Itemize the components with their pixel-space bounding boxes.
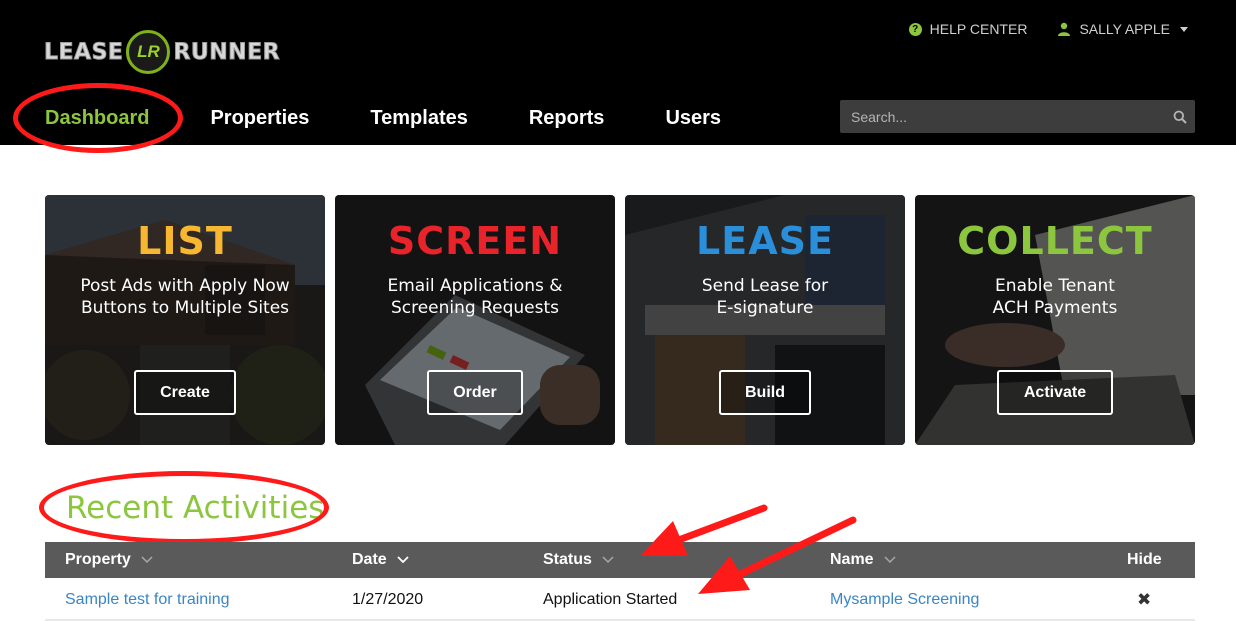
question-circle-icon: ? xyxy=(908,22,922,36)
list-card-description: Post Ads with Apply Now Buttons to Multi… xyxy=(55,275,315,319)
user-icon xyxy=(1057,22,1071,36)
screen-card: SCREEN Email Applications & Screening Re… xyxy=(335,195,615,445)
user-menu[interactable]: SALLY APPLE xyxy=(1057,21,1188,37)
search-icon[interactable] xyxy=(1165,110,1195,124)
activate-button[interactable]: Activate xyxy=(997,370,1113,415)
cell-property-link[interactable]: Sample test for training xyxy=(65,580,230,620)
column-date[interactable]: Date xyxy=(352,542,409,578)
activities-table-header: Property Date Status Name Hide xyxy=(45,542,1195,578)
dashboard-page: LEASE LR RUNNER ? HELP CENTER SALLY APPL… xyxy=(0,0,1236,621)
list-card-desc-line1: Post Ads with Apply Now xyxy=(80,276,290,296)
column-name[interactable]: Name xyxy=(830,542,896,578)
search-box xyxy=(840,100,1195,133)
chevron-down-icon xyxy=(141,551,153,569)
cell-status: Application Started xyxy=(543,591,678,608)
logo-badge: LR xyxy=(126,30,171,74)
table-row: Sample test for training 1/27/2020 Appli… xyxy=(45,580,1195,621)
collect-card-description: Enable Tenant ACH Payments xyxy=(925,275,1185,319)
column-name-label: Name xyxy=(830,551,874,568)
help-center-link[interactable]: ? HELP CENTER xyxy=(908,21,1028,37)
top-links: ? HELP CENTER SALLY APPLE xyxy=(908,21,1188,37)
top-header: LEASE LR RUNNER ? HELP CENTER SALLY APPL… xyxy=(0,0,1236,145)
list-card: LIST Post Ads with Apply Now Buttons to … xyxy=(45,195,325,445)
collect-card-title: COLLECT xyxy=(957,219,1153,263)
nav-reports[interactable]: Reports xyxy=(529,107,605,130)
column-hide: Hide xyxy=(1127,542,1162,578)
lease-card-description: Send Lease for E-signature xyxy=(635,275,895,319)
list-card-desc-line2: Buttons to Multiple Sites xyxy=(80,298,290,318)
build-button[interactable]: Build xyxy=(719,370,811,415)
chevron-down-icon xyxy=(884,551,896,569)
lease-card: LEASE Send Lease for E-signature Build xyxy=(625,195,905,445)
user-name: SALLY APPLE xyxy=(1079,21,1170,37)
column-hide-label: Hide xyxy=(1127,551,1162,568)
hide-close-icon[interactable]: ✖ xyxy=(1137,580,1151,620)
help-center-label: HELP CENTER xyxy=(929,21,1028,37)
logo-text-left: LEASE xyxy=(43,39,124,65)
screen-card-title: SCREEN xyxy=(387,219,563,263)
chevron-down-icon xyxy=(602,551,614,569)
screen-card-desc-line1: Email Applications & xyxy=(387,276,563,296)
collect-card-desc-line2: ACH Payments xyxy=(992,298,1118,318)
order-button[interactable]: Order xyxy=(427,370,523,415)
chevron-down-icon xyxy=(397,551,409,569)
screen-card-desc-line2: Screening Requests xyxy=(390,298,560,318)
lease-card-title: LEASE xyxy=(696,219,834,263)
collect-card: COLLECT Enable Tenant ACH Payments Activ… xyxy=(915,195,1195,445)
lease-card-desc-line1: Send Lease for xyxy=(701,276,829,296)
annotation-circle-recent-activities xyxy=(39,471,329,544)
lease-card-desc-line2: E-signature xyxy=(716,298,814,318)
logo-text-right: RUNNER xyxy=(173,39,281,65)
caret-down-icon xyxy=(1180,26,1188,32)
column-status[interactable]: Status xyxy=(543,542,614,578)
leaserunner-logo[interactable]: LEASE LR RUNNER xyxy=(43,28,281,76)
cell-date: 1/27/2020 xyxy=(352,591,424,608)
column-status-label: Status xyxy=(543,551,592,568)
column-property[interactable]: Property xyxy=(65,542,153,578)
create-button[interactable]: Create xyxy=(134,370,236,415)
list-card-title: LIST xyxy=(137,219,233,263)
screen-card-description: Email Applications & Screening Requests xyxy=(345,275,605,319)
cell-name-link[interactable]: Mysample Screening xyxy=(830,580,979,620)
collect-card-desc-line1: Enable Tenant xyxy=(995,276,1115,296)
nav-templates[interactable]: Templates xyxy=(370,107,467,130)
annotation-circle-dashboard xyxy=(13,83,183,153)
column-property-label: Property xyxy=(65,551,131,568)
column-date-label: Date xyxy=(352,551,387,568)
logo-badge-text: LR xyxy=(137,42,160,61)
search-input[interactable] xyxy=(840,100,1165,133)
nav-properties[interactable]: Properties xyxy=(210,107,309,130)
nav-users[interactable]: Users xyxy=(665,107,721,130)
